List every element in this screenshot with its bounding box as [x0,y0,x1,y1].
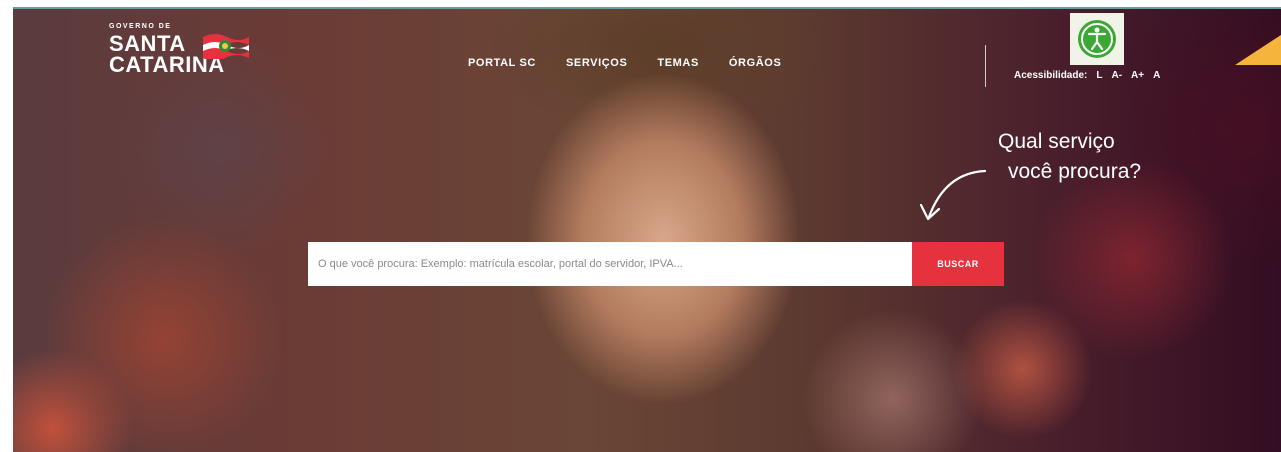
nav-item-servicos[interactable]: SERVIÇOS [566,57,627,69]
prompt-line-2: você procura? [1008,160,1142,183]
search-input[interactable] [308,242,912,286]
search-form: BUSCAR [308,242,1004,286]
font-reset-button[interactable]: A [1153,70,1160,81]
accessibility-icon-button[interactable] [1070,13,1124,65]
logo-top-text: GOVERNO DE [109,23,172,30]
header-divider [985,45,986,87]
accessibility-icon [1078,20,1116,58]
logo[interactable]: GOVERNO DE SANTA CATARINA [109,23,269,91]
font-decrease-button[interactable]: A- [1111,70,1122,81]
font-increase-button[interactable]: A+ [1131,70,1144,81]
corner-tab[interactable] [1235,35,1281,65]
accessibility-label: Acessibilidade: [1014,70,1088,81]
accessibility-bar: Acessibilidade: L A- A+ A [1014,70,1160,81]
nav-item-temas[interactable]: TEMAS [657,57,699,69]
accessibility-contrast-button[interactable]: L [1096,70,1102,81]
santa-catarina-flag-icon [203,34,249,59]
hero-banner: GOVERNO DE SANTA CATARINA PORTAL SC SERV… [13,7,1281,452]
search-prompt: Qual serviço você procura? [998,127,1141,187]
nav-item-orgaos[interactable]: ÓRGÃOS [729,57,782,69]
main-nav: PORTAL SC SERVIÇOS TEMAS ÓRGÃOS [468,57,781,69]
prompt-line-1: Qual serviço [998,130,1115,153]
search-button[interactable]: BUSCAR [912,242,1004,286]
curved-arrow-icon [919,169,987,221]
nav-item-portal-sc[interactable]: PORTAL SC [468,57,536,69]
